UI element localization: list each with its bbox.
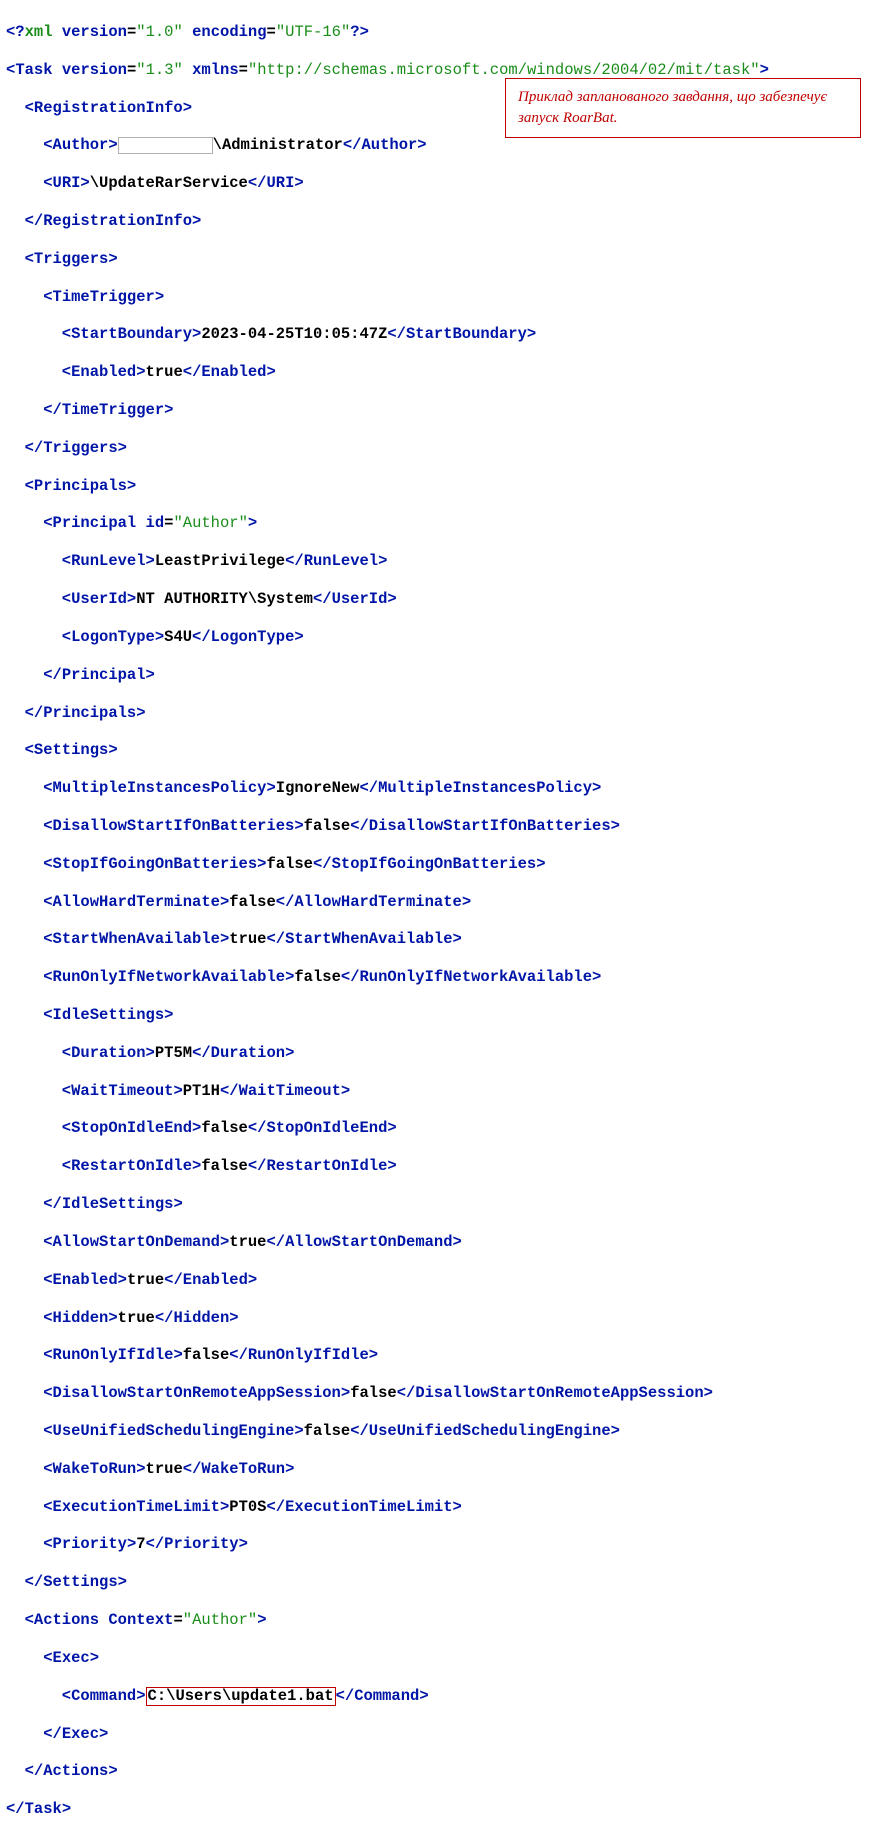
restartonidle-line: <RestartOnIdle>false</RestartOnIdle> xyxy=(6,1157,875,1176)
triggers-open: <Triggers> xyxy=(6,250,875,269)
hidden-line: <Hidden>true</Hidden> xyxy=(6,1309,875,1328)
triggers-close: </Triggers> xyxy=(6,439,875,458)
principal-close: </Principal> xyxy=(6,666,875,685)
actions-open: <Actions Context="Author"> xyxy=(6,1611,875,1630)
principals-open: <Principals> xyxy=(6,477,875,496)
disallowbatt-line: <DisallowStartIfOnBatteries>false</Disal… xyxy=(6,817,875,836)
disallowremote-line: <DisallowStartOnRemoteAppSession>false</… xyxy=(6,1384,875,1403)
registrationinfo-close: </RegistrationInfo> xyxy=(6,212,875,231)
enabled-settings-line: <Enabled>true</Enabled> xyxy=(6,1271,875,1290)
timetrigger-open: <TimeTrigger> xyxy=(6,288,875,307)
allowhardterm-line: <AllowHardTerminate>false</AllowHardTerm… xyxy=(6,893,875,912)
startwhenavail-line: <StartWhenAvailable>true</StartWhenAvail… xyxy=(6,930,875,949)
actions-close: </Actions> xyxy=(6,1762,875,1781)
idlesettings-close: </IdleSettings> xyxy=(6,1195,875,1214)
waittimeout-line: <WaitTimeout>PT1H</WaitTimeout> xyxy=(6,1082,875,1101)
principals-close: </Principals> xyxy=(6,704,875,723)
registrationinfo-open: <RegistrationInfo> xyxy=(6,99,875,118)
enabled-line: <Enabled>true</Enabled> xyxy=(6,363,875,382)
redacted-box xyxy=(118,137,213,155)
runonlyidle-line: <RunOnlyIfIdle>false</RunOnlyIfIdle> xyxy=(6,1346,875,1365)
duration-line: <Duration>PT5M</Duration> xyxy=(6,1044,875,1063)
task-open: <Task version="1.3" xmlns="http://schema… xyxy=(6,61,875,80)
command-line: <Command>C:\Users\update1.bat</Command> xyxy=(6,1687,875,1706)
settings-close: </Settings> xyxy=(6,1573,875,1592)
settings-open: <Settings> xyxy=(6,741,875,760)
idlesettings-open: <IdleSettings> xyxy=(6,1006,875,1025)
stopbatt-line: <StopIfGoingOnBatteries>false</StopIfGoi… xyxy=(6,855,875,874)
timetrigger-close: </TimeTrigger> xyxy=(6,401,875,420)
multipleinstances-line: <MultipleInstancesPolicy>IgnoreNew</Mult… xyxy=(6,779,875,798)
waketorun-line: <WakeToRun>true</WakeToRun> xyxy=(6,1460,875,1479)
principal-open: <Principal id="Author"> xyxy=(6,514,875,533)
exec-open: <Exec> xyxy=(6,1649,875,1668)
startboundary-line: <StartBoundary>2023-04-25T10:05:47Z</Sta… xyxy=(6,325,875,344)
allowstartdemand-line: <AllowStartOnDemand>true</AllowStartOnDe… xyxy=(6,1233,875,1252)
priority-line: <Priority>7</Priority> xyxy=(6,1535,875,1554)
runlevel-line: <RunLevel>LeastPrivilege</RunLevel> xyxy=(6,552,875,571)
task-close: </Task> xyxy=(6,1800,875,1819)
runonlynet-line: <RunOnlyIfNetworkAvailable>false</RunOnl… xyxy=(6,968,875,987)
author-line: <Author>\Administrator</Author> xyxy=(6,136,875,155)
userid-line: <UserId>NT AUTHORITY\System</UserId> xyxy=(6,590,875,609)
xml-declaration: <?xml version="1.0" encoding="UTF-16"?> xyxy=(6,23,875,42)
exectimelimit-line: <ExecutionTimeLimit>PT0S</ExecutionTimeL… xyxy=(6,1498,875,1517)
command-highlight-box: C:\Users\update1.bat xyxy=(146,1687,336,1706)
exec-close: </Exec> xyxy=(6,1725,875,1744)
unifiedengine-line: <UseUnifiedSchedulingEngine>false</UseUn… xyxy=(6,1422,875,1441)
uri-line: <URI>\UpdateRarService</URI> xyxy=(6,174,875,193)
stoponidleend-line: <StopOnIdleEnd>false</StopOnIdleEnd> xyxy=(6,1119,875,1138)
logontype-line: <LogonType>S4U</LogonType> xyxy=(6,628,875,647)
xml-code: <?xml version="1.0" encoding="UTF-16"?> … xyxy=(6,4,875,1838)
